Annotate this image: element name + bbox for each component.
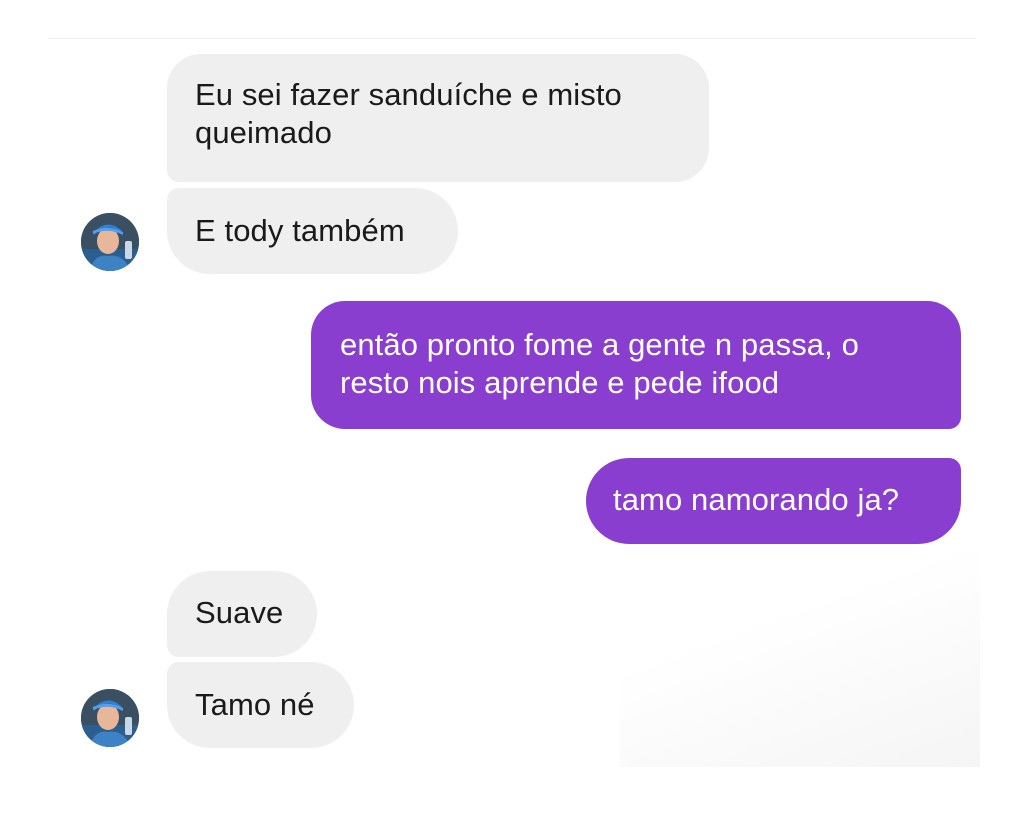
incoming-message-bubble[interactable]: E tody também [167,188,458,274]
message-text-line: Tamo né [195,687,315,722]
background-shadow [620,547,980,767]
contact-avatar-icon [81,689,139,747]
message-text-line: queimado [195,115,332,150]
message-text-line: Eu sei fazer sanduíche e misto [195,77,622,112]
outgoing-message-bubble[interactable]: então pronto fome a gente n passa, o res… [311,301,961,429]
message-text-line: E tody também [195,213,405,248]
message-text-line: resto nois aprende e pede ifood [340,365,780,400]
contact-avatar[interactable] [81,689,139,747]
top-divider [48,38,976,39]
message-text-line: tamo namorando ja? [613,482,900,517]
incoming-message-bubble[interactable]: Eu sei fazer sanduíche e misto queimado [167,54,709,182]
message-text-line: então pronto fome a gente n passa, o [340,327,859,362]
message-thread: Eu sei fazer sanduíche e misto queimado … [0,0,1024,837]
outgoing-message-bubble[interactable]: tamo namorando ja? [586,458,961,544]
contact-avatar[interactable] [81,213,139,271]
message-text-line: Suave [195,595,284,630]
incoming-message-bubble[interactable]: Tamo né [167,662,354,748]
contact-avatar-icon [81,213,139,271]
incoming-message-bubble[interactable]: Suave [167,571,317,657]
